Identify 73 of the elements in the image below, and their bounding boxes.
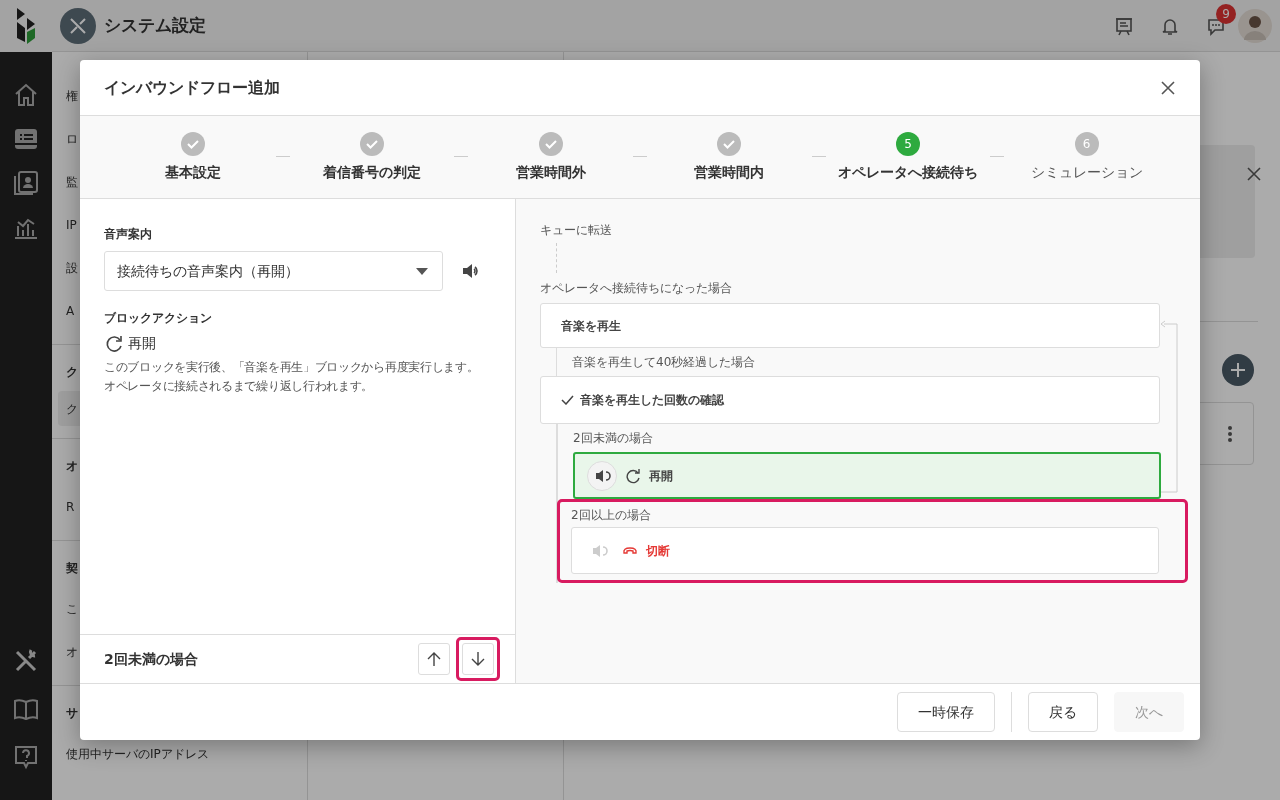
logo-icon xyxy=(15,8,37,44)
flow-block[interactable]: 再開 xyxy=(573,452,1161,499)
nav-item[interactable]: IP xyxy=(66,215,77,234)
step-label: 営業時間外 xyxy=(515,162,586,182)
flow-label: オペレータへ接続待ちになった場合 xyxy=(540,280,733,297)
speaker-icon[interactable] xyxy=(587,460,617,491)
nav-section-title: ク xyxy=(66,365,78,379)
condition-label: 音楽を再生して40秒経過した場合 xyxy=(571,354,757,371)
nav-item[interactable]: 設 xyxy=(66,258,78,277)
help-icon[interactable] xyxy=(13,744,39,770)
home-icon[interactable] xyxy=(13,82,39,108)
close-icon[interactable] xyxy=(1247,167,1261,181)
flow-block[interactable]: 音楽を再生 xyxy=(540,303,1160,348)
flow-block[interactable]: 音楽を再生した回数の確認 xyxy=(540,376,1160,424)
refresh-icon xyxy=(625,467,641,484)
block-title: 音楽を再生した回数の確認 xyxy=(580,392,724,409)
add-button[interactable] xyxy=(1222,354,1254,386)
branch-title: 2回未満の場合 xyxy=(104,649,198,669)
caret-icon xyxy=(416,267,428,275)
nav-item[interactable]: 権 xyxy=(66,86,78,105)
nav-section-title: サ xyxy=(66,706,78,720)
check-icon xyxy=(561,395,574,405)
nav-item[interactable]: ク xyxy=(66,399,78,418)
arrow-up-icon xyxy=(426,651,442,667)
contact-card-icon[interactable] xyxy=(13,170,39,196)
step-number: 6 xyxy=(1074,131,1099,156)
step-label: オペレータへ接続待ち xyxy=(838,162,978,182)
condition-label: 2回未満の場合 xyxy=(573,430,654,447)
footer-button[interactable]: 戻る xyxy=(1028,692,1098,732)
nav-section-title: 契 xyxy=(66,561,78,575)
book-icon[interactable] xyxy=(13,696,39,722)
step-label: 営業時間内 xyxy=(694,162,765,182)
nav-item[interactable]: ロ xyxy=(66,129,78,148)
arrow-down-icon xyxy=(470,651,486,667)
more-icon[interactable] xyxy=(1228,426,1232,442)
footer-button[interactable]: 一時保存 xyxy=(897,692,995,732)
field-label: 音声案内 xyxy=(104,226,153,243)
flow-block[interactable]: 切断 xyxy=(571,527,1159,574)
description-text: オペレータに接続されるまで繰り返し行われます。 xyxy=(104,378,375,395)
nav-item[interactable]: R xyxy=(66,497,75,516)
nav-item[interactable]: オ xyxy=(66,642,78,661)
step-label: 基本設定 xyxy=(165,162,222,182)
step-number: 5 xyxy=(896,131,920,156)
nav-section-title: オ xyxy=(66,459,78,473)
list-icon[interactable] xyxy=(13,126,39,152)
dialog-title: インバウンドフロー追加 xyxy=(104,76,280,99)
step-label: 着信番号の判定 xyxy=(323,162,421,182)
hang-up-icon xyxy=(622,545,638,556)
tools-icon[interactable] xyxy=(13,648,39,674)
move-up-button[interactable] xyxy=(418,643,450,675)
notification-badge: 9 xyxy=(1216,3,1236,24)
nav-item[interactable]: 使用中サーバのIPアドレス xyxy=(66,744,209,763)
block-title: 切断 xyxy=(646,542,670,560)
nav-item[interactable]: A xyxy=(66,301,75,320)
speaker-icon[interactable] xyxy=(461,262,481,280)
plus-icon xyxy=(1231,363,1245,377)
action-name: 再開 xyxy=(128,334,156,353)
close-icon[interactable] xyxy=(1160,79,1176,96)
flow-label: キューに転送 xyxy=(540,222,613,239)
field-label: ブロックアクション xyxy=(104,310,213,327)
page-title: システム設定 xyxy=(104,13,206,37)
step-label: シミュレーション xyxy=(1030,162,1143,182)
tools-icon xyxy=(69,16,87,35)
nav-item[interactable]: こ xyxy=(66,599,78,618)
nav-item[interactable]: 監 xyxy=(66,172,78,191)
move-down-button[interactable] xyxy=(462,643,494,675)
presentation-board-icon[interactable] xyxy=(1114,15,1134,36)
condition-label: 2回以上の場合 xyxy=(571,506,652,524)
avatar[interactable] xyxy=(1238,8,1272,43)
refresh-icon xyxy=(104,333,124,354)
description-text: このブロックを実行後、「音楽を再生」ブロックから再度実行します。 xyxy=(104,359,480,376)
voice-select[interactable]: 接続待ちの音声案内（再開） xyxy=(104,251,443,291)
block-title: 再開 xyxy=(649,467,673,485)
